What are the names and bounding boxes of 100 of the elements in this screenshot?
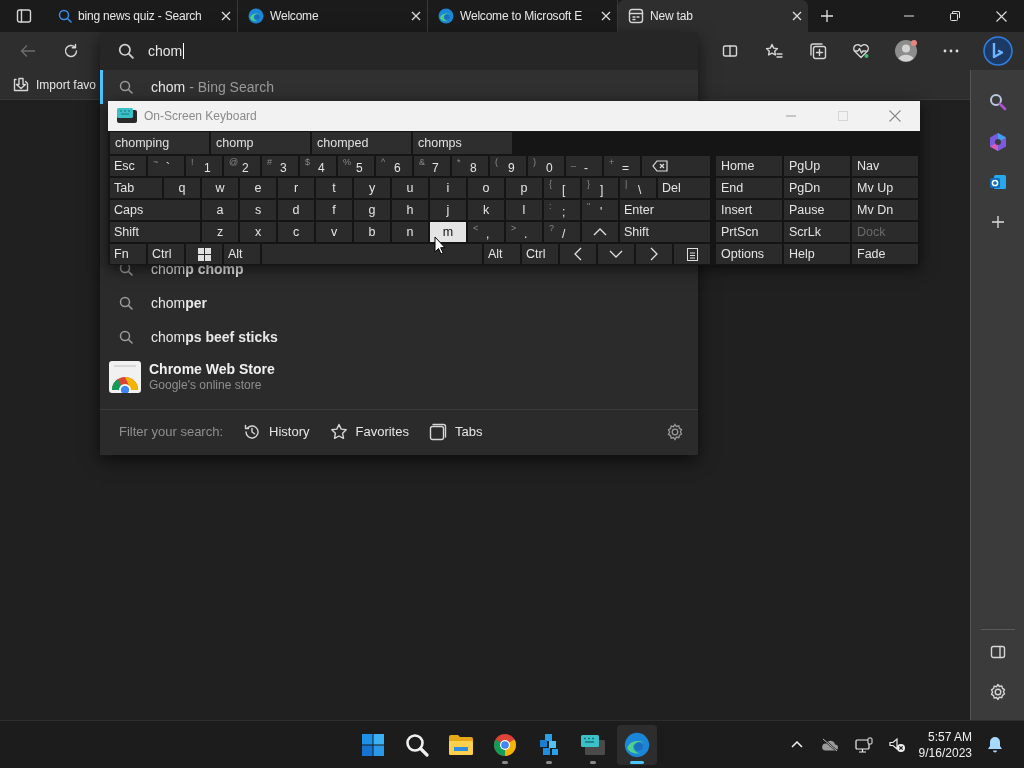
keyboard-key[interactable] xyxy=(674,244,710,264)
keyboard-key[interactable]: & 7 xyxy=(414,156,450,176)
keyboard-key[interactable]: h xyxy=(392,200,428,220)
keyboard-key[interactable]: End xyxy=(716,178,782,198)
keyboard-key[interactable]: ) 0 xyxy=(528,156,564,176)
keyboard-key[interactable]: a xyxy=(202,200,238,220)
keyboard-key[interactable]: ~ ` xyxy=(148,156,184,176)
keyboard-key[interactable]: Ctrl xyxy=(148,244,184,264)
keyboard-key[interactable]: u xyxy=(392,178,428,198)
keyboard-key[interactable]: Home xyxy=(716,156,782,176)
keyboard-key[interactable]: c xyxy=(278,222,314,242)
word-prediction[interactable]: chomped xyxy=(312,132,411,154)
keyboard-key[interactable]: Caps xyxy=(110,200,200,220)
keyboard-key[interactable]: r xyxy=(278,178,314,198)
keyboard-key[interactable]: m xyxy=(430,222,466,242)
keyboard-key[interactable]: Insert xyxy=(716,200,782,220)
keyboard-key[interactable]: Alt xyxy=(224,244,260,264)
keyboard-key[interactable]: : ; xyxy=(544,200,580,220)
keyboard-key[interactable]: t xyxy=(316,178,352,198)
keyboard-key[interactable]: ^ 6 xyxy=(376,156,412,176)
keyboard-key[interactable]: " ' xyxy=(582,200,618,220)
keyboard-key[interactable]: Fn xyxy=(110,244,146,264)
keyboard-key[interactable]: l xyxy=(506,200,542,220)
keyboard-key[interactable]: @ 2 xyxy=(224,156,260,176)
keyboard-key[interactable]: Del xyxy=(658,178,710,198)
search-suggestion[interactable]: chom - Bing Search xyxy=(100,70,698,104)
keyboard-key[interactable]: Alt xyxy=(484,244,520,264)
keyboard-key[interactable]: PgDn xyxy=(784,178,850,198)
keyboard-key[interactable]: | \ xyxy=(620,178,656,198)
keyboard-key[interactable]: x xyxy=(240,222,276,242)
keyboard-key[interactable]: j xyxy=(430,200,466,220)
keyboard-key[interactable]: Ctrl xyxy=(522,244,558,264)
keyboard-key[interactable]: * 8 xyxy=(452,156,488,176)
keyboard-key[interactable]: Options xyxy=(716,244,782,264)
filter-option[interactable]: Tabs xyxy=(428,421,483,442)
search-suggestion[interactable]: chomps beef sticks xyxy=(100,320,698,354)
site-suggestion[interactable]: Chrome Web Store Google's online store xyxy=(100,354,698,400)
browser-tab[interactable]: New tab xyxy=(618,0,808,32)
keyboard-key[interactable]: ? / xyxy=(544,222,580,242)
close-tab-button[interactable] xyxy=(221,11,231,21)
keyboard-key[interactable]: n xyxy=(392,222,428,242)
word-prediction[interactable]: chomps xyxy=(413,132,512,154)
keyboard-key[interactable]: b xyxy=(354,222,390,242)
keyboard-key[interactable]: Enter xyxy=(620,200,710,220)
keyboard-key[interactable]: } ] xyxy=(582,178,618,198)
keyboard-key[interactable]: # 3 xyxy=(262,156,298,176)
keyboard-key[interactable]: w xyxy=(202,178,238,198)
keyboard-key[interactable]: Esc xyxy=(110,156,146,176)
keyboard-key[interactable]: p xyxy=(506,178,542,198)
close-tab-button[interactable] xyxy=(601,11,611,21)
keyboard-key[interactable]: z xyxy=(202,222,238,242)
keyboard-key[interactable]: v xyxy=(316,222,352,242)
keyboard-key[interactable]: Shift xyxy=(620,222,710,242)
keyboard-key[interactable]: Fade xyxy=(852,244,918,264)
filter-option[interactable]: History xyxy=(243,421,310,442)
keyboard-key[interactable]: PrtScn xyxy=(716,222,782,242)
keyboard-key[interactable] xyxy=(186,244,222,264)
taskbar-button[interactable] xyxy=(617,724,657,765)
keyboard-key[interactable]: e xyxy=(240,178,276,198)
filter-option[interactable]: Favorites xyxy=(329,421,409,442)
keyboard-key[interactable]: f xyxy=(316,200,352,220)
keyboard-key[interactable]: Nav xyxy=(852,156,918,176)
keyboard-key[interactable]: d xyxy=(278,200,314,220)
close-tab-button[interactable] xyxy=(792,11,802,21)
keyboard-key[interactable]: Shift xyxy=(110,222,200,242)
muted-speaker-icon xyxy=(887,736,906,753)
search-icon xyxy=(988,93,1007,111)
keyboard-key[interactable]: s xyxy=(240,200,276,220)
keyboard-key[interactable]: ScrLk xyxy=(784,222,850,242)
keyboard-key[interactable]: $ 4 xyxy=(300,156,336,176)
keyboard-key[interactable]: + = xyxy=(604,156,640,176)
keyboard-key[interactable]: { [ xyxy=(544,178,580,198)
keyboard-key[interactable]: o xyxy=(468,178,504,198)
keyboard-key[interactable]: PgUp xyxy=(784,156,850,176)
import-favorites-button[interactable]: Import favo xyxy=(12,75,97,94)
keyboard-key[interactable]: Mv Up xyxy=(852,178,918,198)
keyboard-key[interactable]: % 5 xyxy=(338,156,374,176)
settings-button[interactable] xyxy=(666,422,684,441)
keyboard-key[interactable]: Pause xyxy=(784,200,850,220)
keyboard-key[interactable]: _ - xyxy=(566,156,602,176)
word-prediction[interactable]: chomping xyxy=(110,132,209,154)
keyboard-key[interactable] xyxy=(642,156,710,176)
chevron-up-icon xyxy=(790,741,803,748)
keyboard-key[interactable]: y xyxy=(354,178,390,198)
keyboard-key[interactable]: k xyxy=(468,200,504,220)
search-suggestion[interactable]: chomper xyxy=(100,286,698,320)
keyboard-key[interactable]: i xyxy=(430,178,466,198)
keyboard-key[interactable]: ! 1 xyxy=(186,156,222,176)
keyboard-key[interactable]: > . xyxy=(506,222,542,242)
keyboard-key[interactable]: g xyxy=(354,200,390,220)
keyboard-key[interactable]: Tab xyxy=(110,178,162,198)
keyboard-key[interactable]: ( 9 xyxy=(490,156,526,176)
clock-button[interactable]: 5:57 AM 9/16/2023 xyxy=(918,728,972,761)
keyboard-key[interactable]: q xyxy=(164,178,200,198)
keyboard-key[interactable]: < , xyxy=(468,222,504,242)
keyboard-key[interactable]: Mv Dn xyxy=(852,200,918,220)
keyboard-key[interactable]: Help xyxy=(784,244,850,264)
close-tab-button[interactable] xyxy=(411,11,421,21)
word-prediction[interactable]: chomp xyxy=(211,132,310,154)
address-field[interactable]: chom xyxy=(100,32,698,70)
